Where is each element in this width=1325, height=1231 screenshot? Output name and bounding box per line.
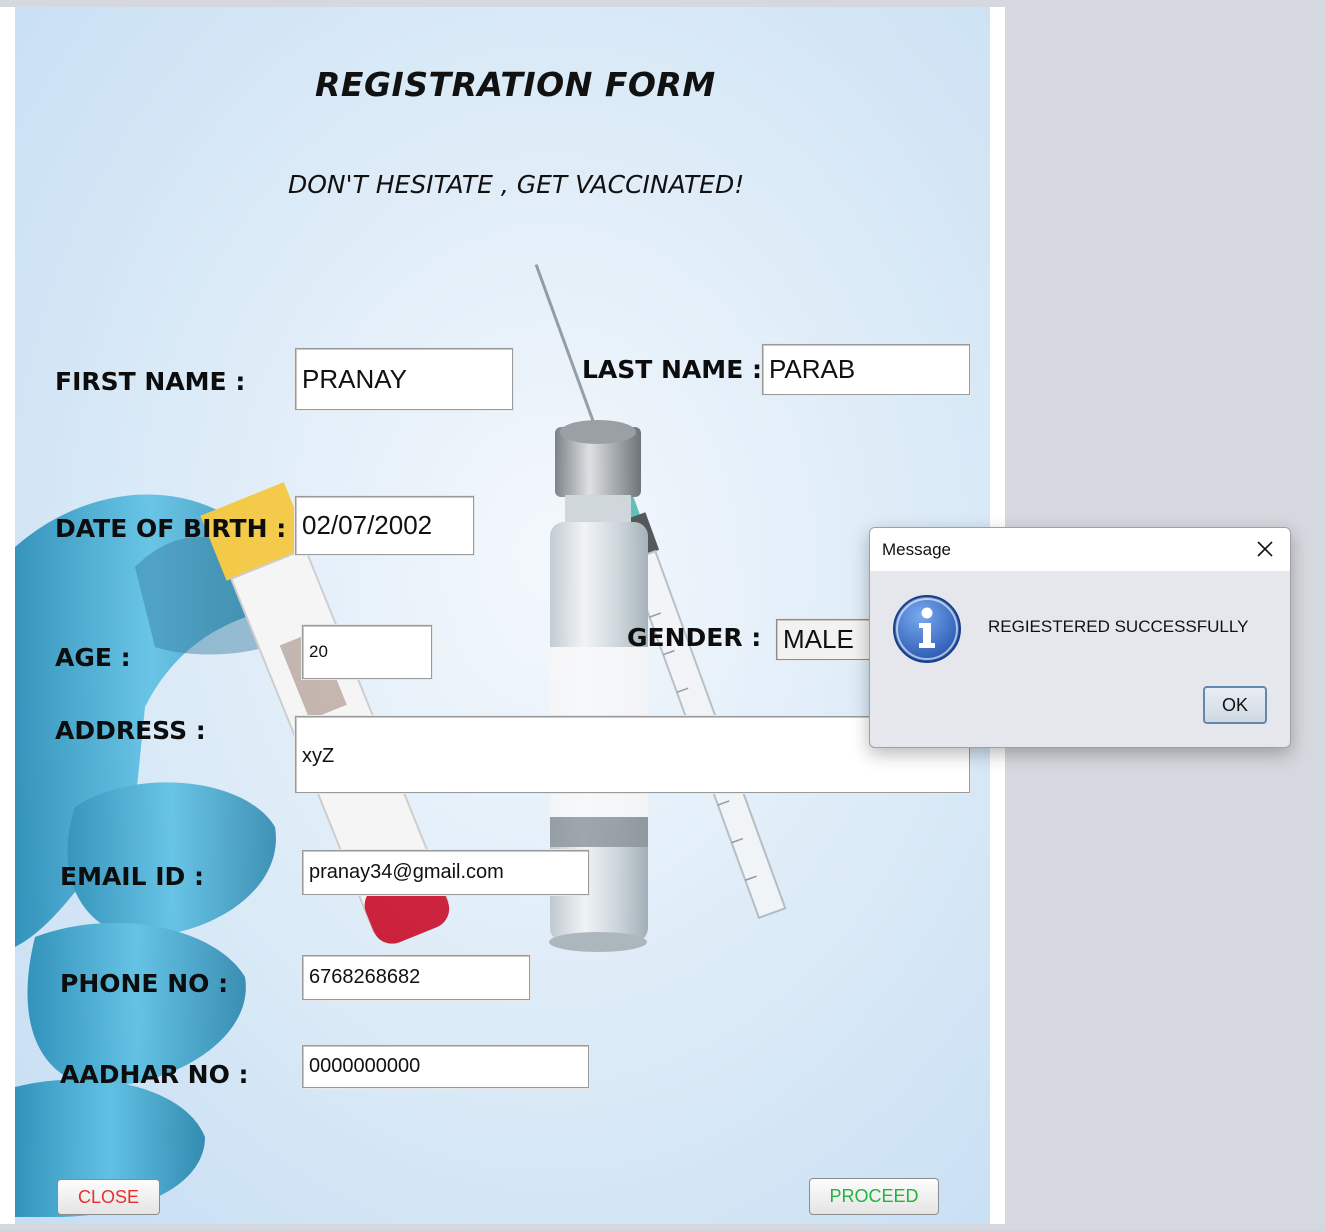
last-name-label: LAST NAME : <box>582 355 762 384</box>
aadhar-input[interactable]: 0000000000 <box>302 1045 589 1088</box>
first-name-input[interactable]: PRANAY <box>295 348 513 410</box>
dialog-title-bar: Message <box>870 528 1290 571</box>
aadhar-value: 0000000000 <box>309 1055 421 1077</box>
dialog-message: REGIESTERED SUCCESSFULLY <box>988 617 1249 636</box>
age-label: AGE : <box>55 643 131 672</box>
dialog-title: Message <box>882 540 951 559</box>
dob-input[interactable]: 02/07/2002 <box>295 496 474 555</box>
age-value: 20 <box>309 642 328 661</box>
ok-button[interactable]: OK <box>1203 686 1267 724</box>
address-label: ADDRESS : <box>55 716 206 745</box>
page-subtitle: DON'T HESITATE , GET VACCINATED! <box>288 170 745 199</box>
message-dialog: Message REGIESTERED SUCCESSFULLY OK <box>869 527 1291 748</box>
dob-value: 02/07/2002 <box>302 510 433 540</box>
last-name-input[interactable]: PARAB <box>762 344 970 395</box>
last-name-value: PARAB <box>769 354 856 384</box>
close-icon[interactable] <box>1252 536 1278 562</box>
registration-form-panel: REGISTRATION FORM DON'T HESITATE , GET V… <box>15 7 990 1224</box>
first-name-value: PRANAY <box>302 363 407 394</box>
proceed-button[interactable]: PROCEED <box>809 1178 939 1215</box>
phone-label: PHONE NO : <box>60 969 229 998</box>
email-input[interactable]: pranay34@gmail.com <box>302 850 589 895</box>
phone-input[interactable]: 6768268682 <box>302 955 530 1000</box>
first-name-label: FIRST NAME : <box>55 367 246 396</box>
page-title: REGISTRATION FORM <box>315 65 716 104</box>
aadhar-label: AADHAR NO : <box>60 1060 249 1089</box>
address-value: xyZ <box>302 745 335 767</box>
phone-value: 6768268682 <box>309 966 421 988</box>
info-icon <box>893 595 961 663</box>
dob-label: DATE OF BIRTH : <box>55 514 287 543</box>
email-label: EMAIL ID : <box>60 862 204 891</box>
age-input[interactable]: 20 <box>302 625 432 679</box>
email-value: pranay34@gmail.com <box>309 861 504 883</box>
close-button[interactable]: CLOSE <box>57 1179 160 1215</box>
gender-label: GENDER : <box>627 623 762 652</box>
gender-value: MALE <box>783 624 854 654</box>
